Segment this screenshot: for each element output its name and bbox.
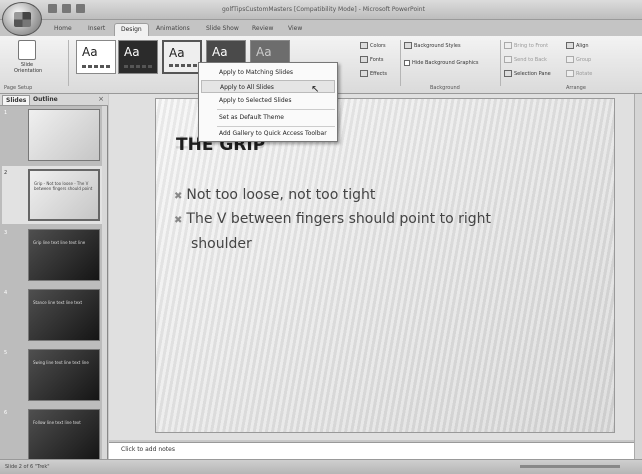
thumbnail-row[interactable]: 6 Follow line text line text [2,406,106,459]
hide-background-graphics-checkbox[interactable]: Hide Background Graphics [404,60,479,66]
tab-outline[interactable]: Outline [30,95,61,104]
fonts-icon [360,56,368,63]
close-icon[interactable]: × [98,95,104,103]
title-bar: golfTipsCustomMasters [Compatibility Mod… [0,0,642,36]
thumbnail-row-selected[interactable]: 2 Grip - Not too loose - The V between f… [2,166,106,224]
tab-slides[interactable]: Slides [2,95,31,105]
tab-slide-show[interactable]: Slide Show [200,23,245,36]
rotate-icon [566,70,574,77]
menu-add-gallery-qat[interactable]: Add Gallery to Quick Access Toolbar [201,127,335,140]
slide-thumbnail[interactable] [28,109,100,161]
tab-view[interactable]: View [282,23,308,36]
selection-pane-icon [504,70,512,77]
menu-apply-matching[interactable]: Apply to Matching Slides [201,66,335,79]
tab-insert[interactable]: Insert [82,23,111,36]
send-to-back-button[interactable]: Send to Back [504,56,547,63]
zoom-slider[interactable] [520,465,620,468]
selection-pane-button[interactable]: Selection Pane [504,70,551,77]
notes-pane[interactable]: Click to add notes [109,442,634,459]
thumbnail-row[interactable]: 5 Swing line text line text line [2,346,106,404]
save-icon[interactable] [48,4,57,13]
bullet-marker-icon: ✖ [174,215,183,226]
ribbon-tabs: Home Insert Design Animations Slide Show… [0,20,642,36]
window-title: golfTipsCustomMasters [Compatibility Mod… [222,6,425,13]
background-styles-button[interactable]: Background Styles [404,42,461,49]
thumbnail-row[interactable]: 1 [2,106,106,164]
effects-button[interactable]: Effects [360,70,387,77]
current-slide[interactable]: THE GRIP THE GRIP ✖Not too loose, not to… [155,98,615,433]
bullet-marker-icon: ✖ [174,191,183,202]
menu-set-default[interactable]: Set as Default Theme [201,111,335,124]
slide-thumbnail[interactable]: Swing line text line text line [28,349,100,401]
notes-placeholder: Click to add notes [121,446,175,453]
pane-tabs: Slides Outline × [0,94,108,106]
tab-home[interactable]: Home [48,23,78,36]
page-setup-group-label: Page Setup [4,85,33,91]
group-button[interactable]: Group [566,56,591,63]
fonts-button[interactable]: Fonts [360,56,384,63]
status-text: Slide 2 of 6 "Trek" [5,464,50,470]
menu-separator [217,109,335,110]
theme-dark[interactable]: Aa [118,40,158,74]
align-icon [566,42,574,49]
group-icon [566,56,574,63]
office-logo-icon [14,12,31,27]
bullet-item[interactable]: ✖ The V between fingers should point to r… [174,211,491,227]
colors-icon [360,42,368,49]
slide-thumbnail[interactable]: Grip - Not too loose - The V between fin… [28,169,100,221]
divider [500,40,501,86]
send-to-back-icon [504,56,512,63]
bullet-continuation[interactable]: shoulder [191,236,252,252]
menu-apply-selected[interactable]: Apply to Selected Slides [201,94,335,107]
colors-button[interactable]: Colors [360,42,386,49]
orientation-icon [18,40,36,60]
quick-access-toolbar [48,4,85,13]
divider [400,40,401,86]
align-button[interactable]: Align [566,42,589,49]
bring-to-front-button[interactable]: Bring to Front [504,42,548,49]
slides-pane: Slides Outline × 1 2 Grip - Not too loos… [0,94,108,459]
tab-animations[interactable]: Animations [150,23,196,36]
vertical-scrollbar[interactable] [634,94,642,459]
arrange-group-label: Arrange [566,85,586,91]
effects-icon [360,70,368,77]
thumbnail-row[interactable]: 3 Grip line text line text line [2,226,106,284]
checkbox-icon [404,60,410,66]
slide-thumbnail[interactable]: Follow line text line text [28,409,100,459]
status-bar: Slide 2 of 6 "Trek" [0,459,642,474]
bullet-item[interactable]: ✖ Not too loose, not too tight [174,187,375,203]
tab-design[interactable]: Design [114,23,149,36]
theme-trek[interactable]: Aa [162,40,202,74]
divider [68,40,69,86]
redo-icon[interactable] [76,4,85,13]
slide-thumbnail[interactable]: Stance line text line text [28,289,100,341]
thumbnail-row[interactable]: 4 Stance line text line text [2,286,106,344]
thumbnail-scrollbar[interactable] [102,106,107,459]
orientation-label: Slide Orientation [14,62,43,74]
theme-context-menu: Apply to Matching Slides Apply to All Sl… [198,62,338,142]
rotate-button[interactable]: Rotate [566,70,592,77]
slide-thumbnail[interactable]: Grip line text line text line [28,229,100,281]
background-styles-icon [404,42,412,49]
background-group-label: Background [430,85,460,91]
slide-orientation-button[interactable]: Slide Orientation [14,40,43,74]
bring-to-front-icon [504,42,512,49]
office-button[interactable] [2,2,42,36]
tab-review[interactable]: Review [246,23,279,36]
undo-icon[interactable] [62,4,71,13]
thumbnail-list: 1 2 Grip - Not too loose - The V between… [2,106,106,459]
mouse-pointer-icon: ↖ [311,84,320,95]
theme-office[interactable]: Aa [76,40,116,74]
